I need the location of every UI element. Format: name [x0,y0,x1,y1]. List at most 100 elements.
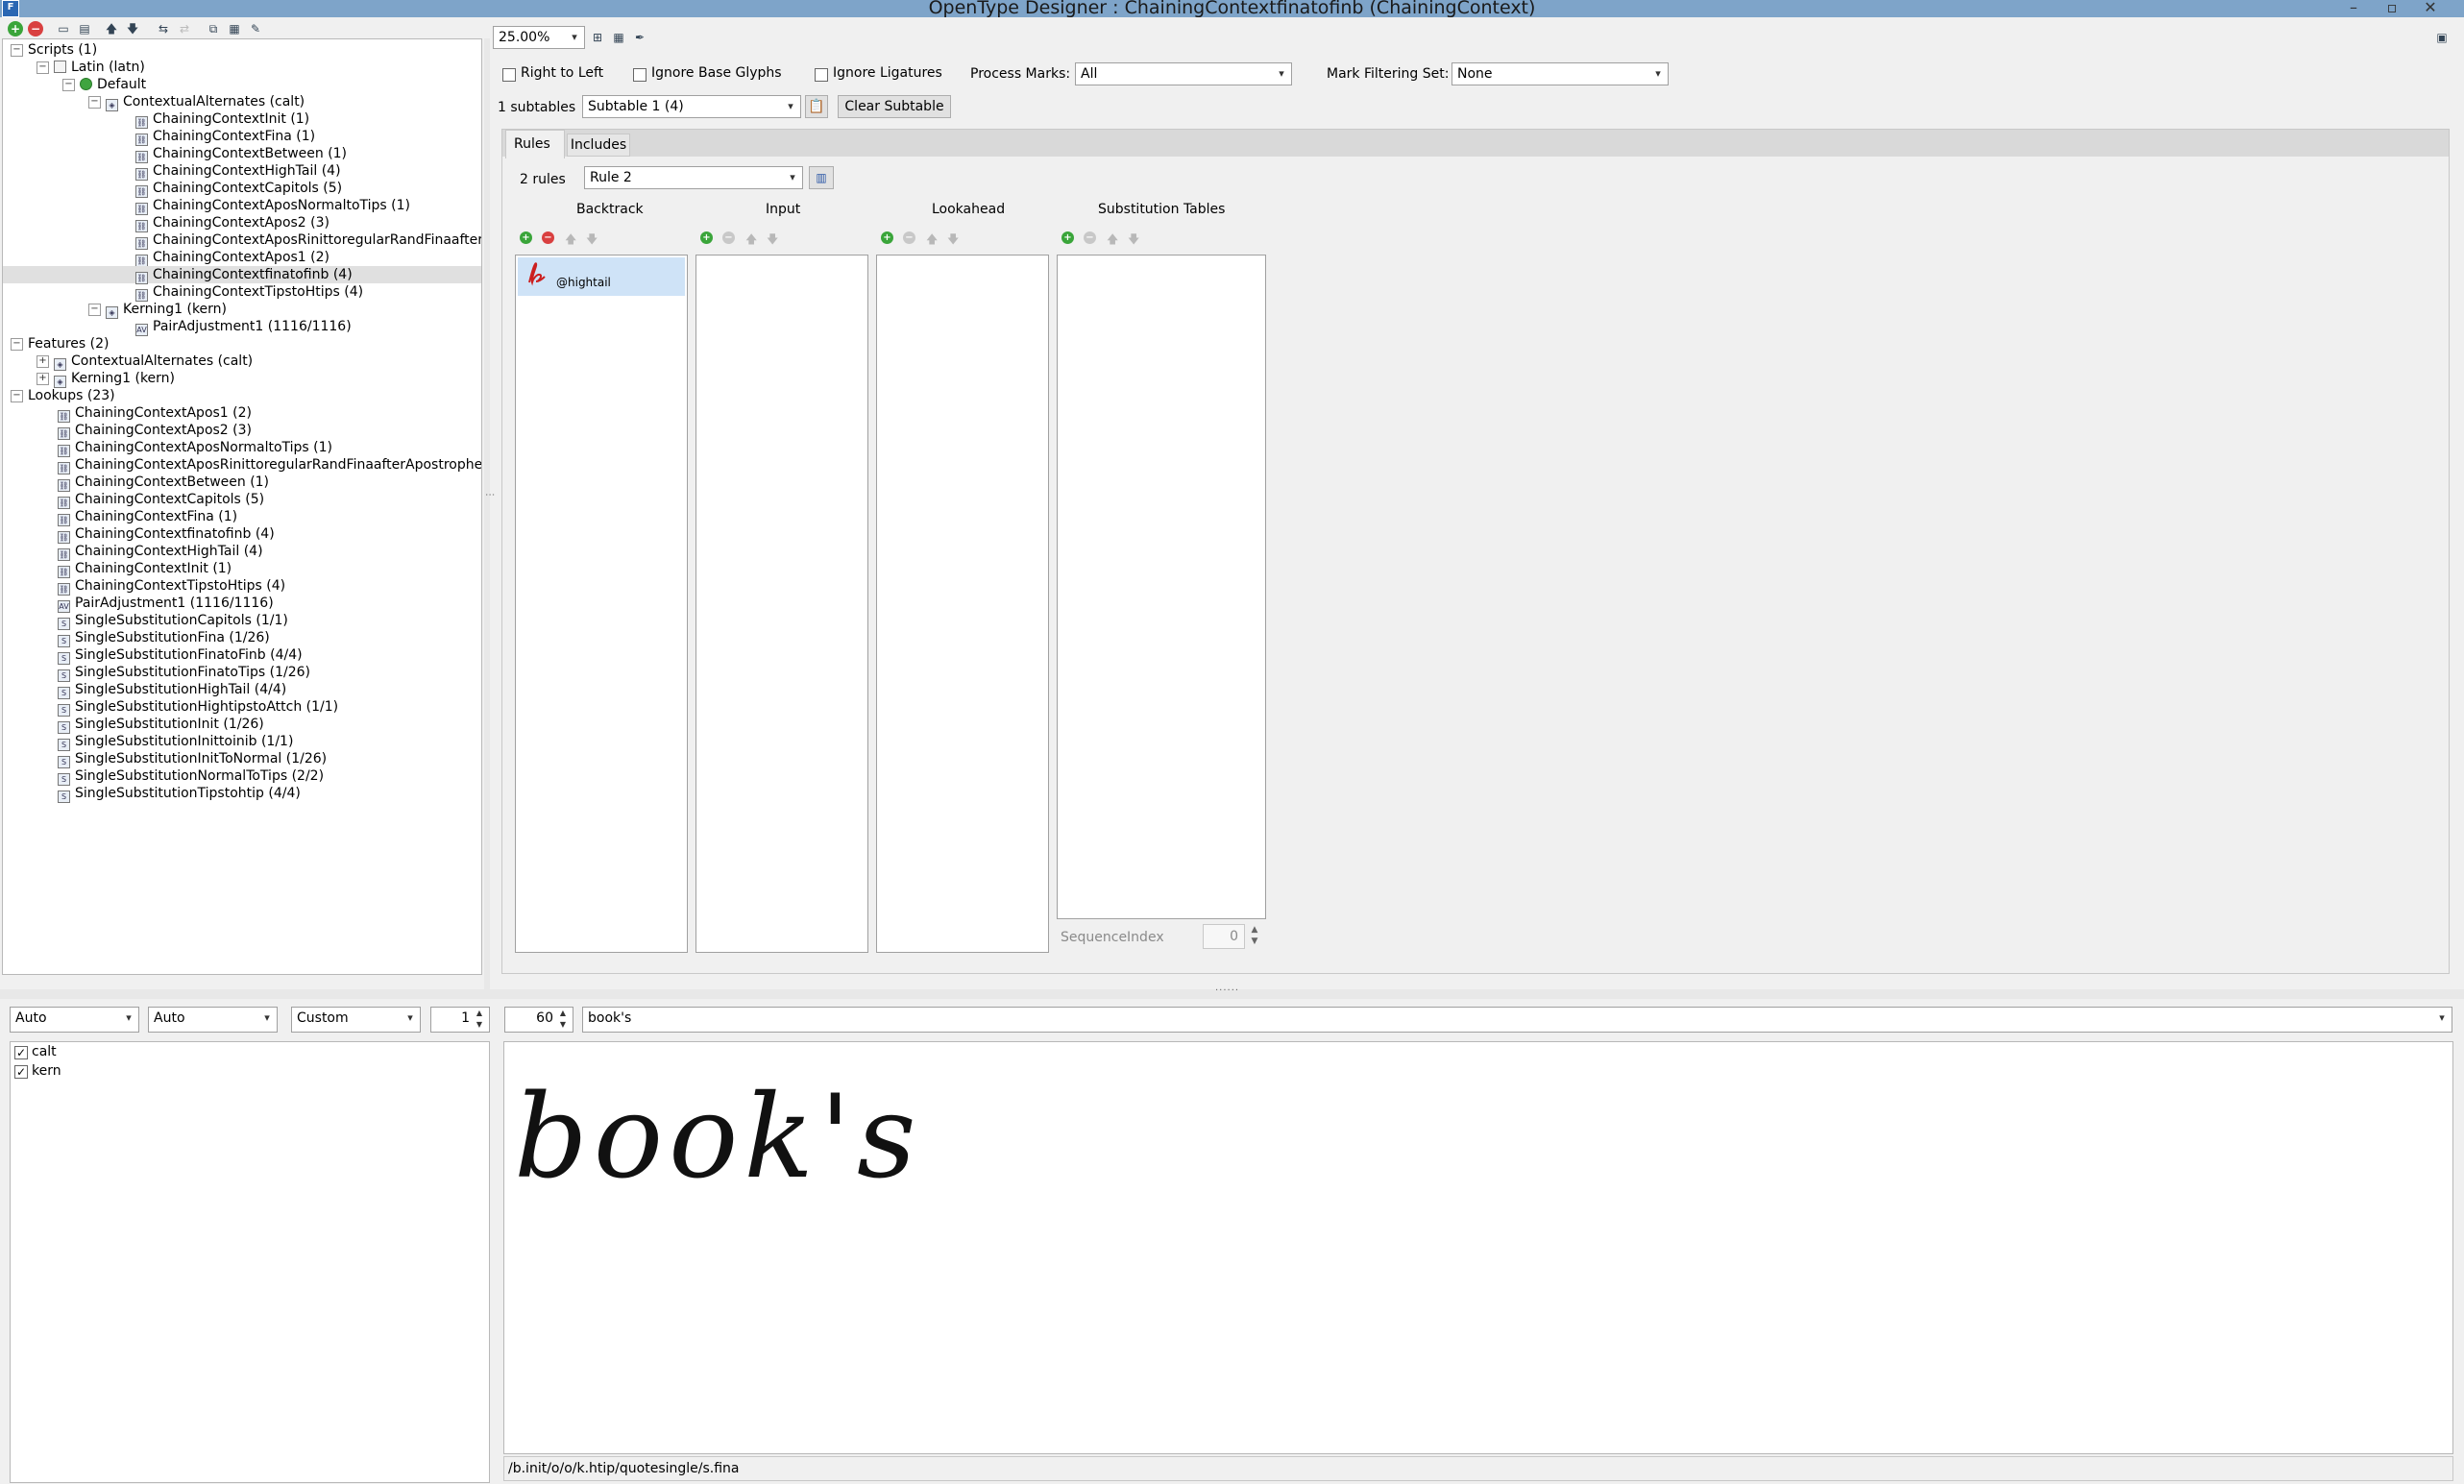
backtrack-remove-icon[interactable]: − [542,231,554,244]
wizard-icon[interactable]: ✎ [248,21,263,36]
move-down-icon[interactable]: 🡇 [125,21,140,36]
glyph-preview-canvas[interactable]: book's [503,1041,2453,1454]
tree-item[interactable]: S SingleSubstitutionHighTail (4/4) [3,681,481,699]
tree-item[interactable]: S SingleSubstitutionInitToNormal (1/26) [3,750,481,768]
tree-item[interactable]: − ◈ Kerning1 (kern) [3,301,481,319]
tree-item[interactable]: S SingleSubstitutionFinatoFinb (4/4) [3,646,481,665]
zoom-combo[interactable]: 25.00% ▾ [493,26,585,49]
tree-item[interactable]: ⛓ ChainingContextBetween (1) [3,474,481,492]
tree-item[interactable]: S SingleSubstitutionInit (1/26) [3,716,481,734]
preview-language-select[interactable]: Auto ▾ [148,1007,278,1033]
backtrack-list[interactable]: @hightail [515,255,688,953]
tree-item[interactable]: ⛓ ChainingContextApos2 (3) [3,214,481,232]
input-list[interactable] [695,255,868,953]
input-add-icon[interactable]: + [700,231,713,244]
tree-item[interactable]: ⛓ ChainingContextInit (1) [3,110,481,129]
tree-item[interactable]: ⛓ ChainingContextAposRinittoregularRandFi… [3,456,481,474]
input-down-icon[interactable]: 🡇 [767,231,778,251]
collapse-icon[interactable]: − [88,304,101,316]
rename-icon[interactable]: ▭ [56,21,71,36]
tree-item[interactable]: ⛓ ChainingContextAposNormaltoTips (1) [3,439,481,457]
expand-icon[interactable]: + [37,355,49,368]
tree-item[interactable]: S SingleSubstitutionNormalToTips (2/2) [3,767,481,786]
clear-subtable-button[interactable]: Clear Subtable [838,95,951,118]
rule-select[interactable]: Rule 2 ▾ [584,166,803,189]
tree-item[interactable]: + ◈ ContextualAlternates (calt) [3,353,481,371]
tab-includes[interactable]: Includes [567,134,630,157]
tab-rules[interactable]: Rules [505,130,565,158]
subst-up-icon[interactable]: 🡅 [1107,231,1118,251]
tree-item[interactable]: S SingleSubstitutionTipstohtip (4/4) [3,785,481,803]
ignore-ligatures-checkbox[interactable] [815,68,828,82]
collapse-icon[interactable]: − [37,61,49,74]
backtrack-down-icon[interactable]: 🡇 [586,231,598,251]
backtrack-list-item[interactable]: @hightail [518,257,685,296]
collapse-icon[interactable]: − [11,338,23,351]
backtrack-add-icon[interactable]: + [520,231,532,244]
tree-item[interactable]: ⛓ ChainingContextApos2 (3) [3,422,481,440]
fit-icon[interactable]: ⊞ [590,30,605,45]
tree-item[interactable]: ⛓ ChainingContextTipstoHtips (4) [3,283,481,302]
sequence-index-input[interactable]: 0 [1203,924,1245,949]
tree-item[interactable]: + ◈ Kerning1 (kern) [3,370,481,388]
feature-list[interactable]: ✓ calt ✓ kern [10,1041,490,1483]
mark-filtering-select[interactable]: None ▾ [1452,62,1669,85]
tree-item[interactable]: AV PairAdjustment1 (1116/1116) [3,595,481,613]
tree-item[interactable]: ⛓ ChainingContextApos1 (2) [3,404,481,423]
settings-icon[interactable]: ▣ [2434,30,2450,45]
ignore-base-glyphs-checkbox[interactable] [633,68,646,82]
grid-icon[interactable]: ▦ [611,30,626,45]
process-marks-select[interactable]: All ▾ [1075,62,1292,85]
properties-icon[interactable]: ▤ [77,21,92,36]
copy-icon[interactable]: ⧉ [206,21,221,36]
tree-item[interactable]: − Scripts (1) [3,41,481,59]
add-icon[interactable]: + [8,21,23,36]
tree-item[interactable]: S SingleSubstitutionCapitols (1/1) [3,612,481,630]
kern-checkbox[interactable]: ✓ [14,1065,28,1079]
preview-text-input[interactable]: book's ▾ [582,1007,2452,1033]
tree-item[interactable]: S SingleSubstitutionHightipstoAttch (1/1) [3,698,481,717]
lookahead-up-icon[interactable]: 🡅 [926,231,938,251]
tree-item[interactable]: ⛓ ChainingContextAposNormaltoTips (1) [3,197,481,215]
tree-item[interactable]: − Default [3,76,481,93]
vertical-splitter[interactable]: ⋮ [484,38,495,989]
tree-item[interactable]: ⛓ ChainingContextInit (1) [3,560,481,578]
collapse-icon[interactable]: − [11,390,23,402]
tree-item[interactable]: ⛓ ChainingContextApos1 (2) [3,249,481,267]
sequence-index-stepper[interactable]: ▲ ▼ [1246,924,1263,949]
tree-item[interactable]: − Lookups (23) [3,387,481,404]
tree-item[interactable]: S SingleSubstitutionFina (1/26) [3,629,481,647]
preview-size-input[interactable]: 60 ▲ ▼ [504,1007,573,1033]
subst-down-icon[interactable]: 🡇 [1128,231,1139,251]
minimize-button[interactable]: – [2334,0,2373,16]
tree-item[interactable]: ⛓ ChainingContextCapitols (5) [3,491,481,509]
tree-item[interactable]: ⛓ ChainingContextFina (1) [3,508,481,526]
pen-icon[interactable]: ✒ [632,30,647,45]
tree-item[interactable]: ⛓ ChainingContextCapitols (5) [3,180,481,198]
tree-item[interactable]: ⛓ ChainingContextFina (1) [3,128,481,146]
close-button[interactable]: ✕ [2411,0,2450,16]
clipboard-button[interactable]: 📋 [805,95,828,118]
tree-item[interactable]: ⛓ ChainingContextTipstoHtips (4) [3,577,481,596]
lookahead-list[interactable] [876,255,1049,953]
collapse-icon[interactable]: − [62,79,75,91]
tree-item[interactable]: − Latin (latn) [3,59,481,76]
horizontal-splitter[interactable]: ······ [0,985,2464,999]
tree-item[interactable]: ⛓ ChainingContextHighTail (4) [3,543,481,561]
tree-item[interactable]: ⛓ ChainingContextfinatofinb (4) [3,525,481,544]
preview-alternate-input[interactable]: 1 ▲ ▼ [430,1007,490,1033]
tree-item[interactable]: ⛓ ChainingContextfinatofinb (4) [3,266,481,284]
preview-script-select[interactable]: Auto ▾ [10,1007,139,1033]
calt-checkbox[interactable]: ✓ [14,1046,28,1059]
tree-item[interactable]: S SingleSubstitutionFinatoTips (1/26) [3,664,481,682]
lookup-tree[interactable]: − Scripts (1) − Latin (latn) − Default − ◈ Conte… [2,38,482,975]
preview-feature-mode-select[interactable]: Custom ▾ [291,1007,421,1033]
right-to-left-checkbox[interactable] [502,68,516,82]
backtrack-up-icon[interactable]: 🡅 [565,231,576,251]
collapse-icon[interactable]: − [11,44,23,57]
tree-item[interactable]: S SingleSubstitutionInittoinib (1/1) [3,733,481,751]
tree-item[interactable]: ⛓ ChainingContextAposRinittoregularRandFi… [3,231,481,250]
lookahead-remove-icon[interactable]: − [903,231,915,244]
input-up-icon[interactable]: 🡅 [745,231,757,251]
subtable-select[interactable]: Subtable 1 (4) ▾ [582,95,801,118]
